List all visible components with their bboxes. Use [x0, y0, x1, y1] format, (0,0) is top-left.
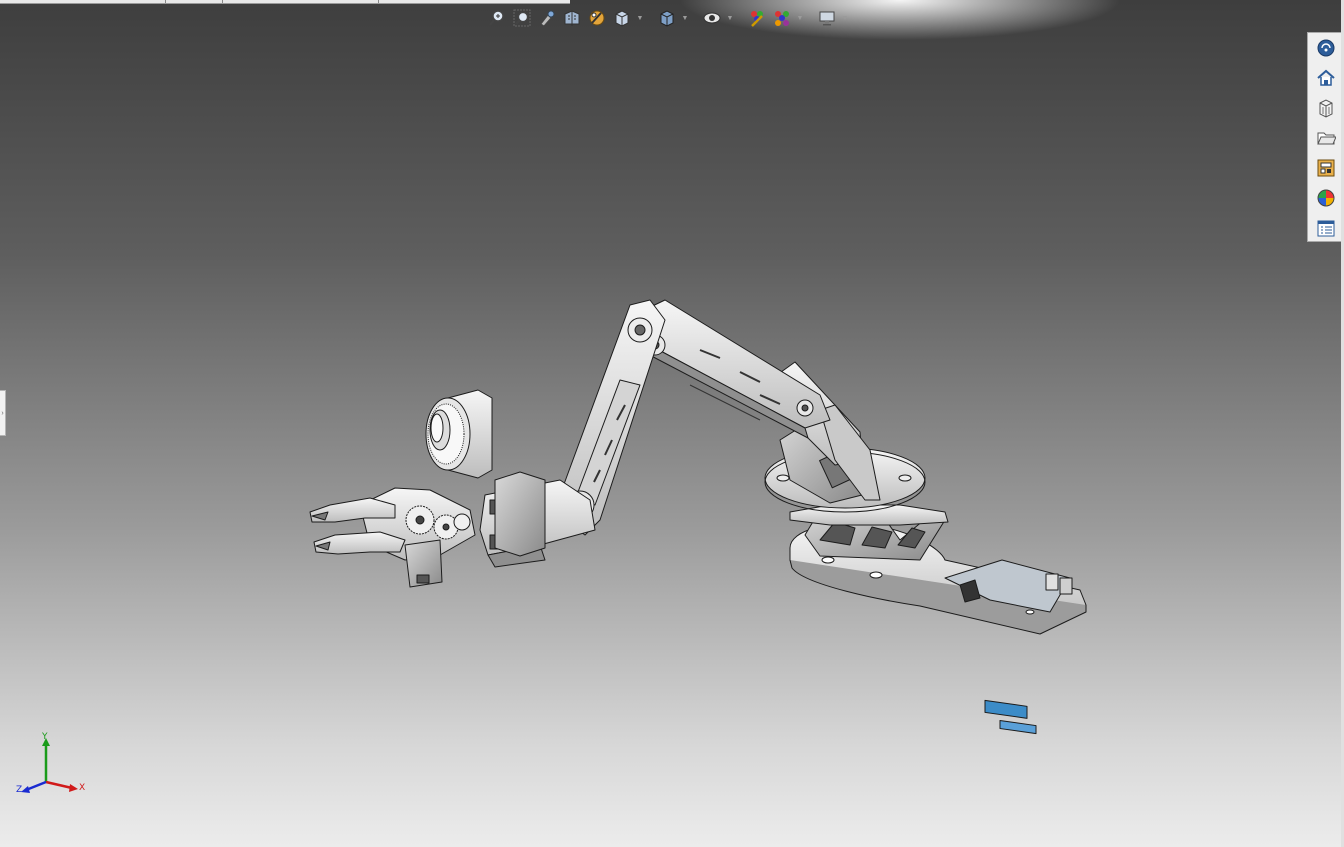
x-axis-icon: [45, 780, 73, 790]
triad-y-label: Y: [42, 732, 48, 742]
reference-triad: Y X Z: [12, 730, 92, 800]
custom-properties-icon[interactable]: [1312, 215, 1339, 241]
rotating-plate[interactable]: [789, 504, 949, 526]
appearances-scenes-icon[interactable]: [1312, 185, 1339, 211]
design-library-icon[interactable]: [1312, 95, 1339, 121]
gripper-servo[interactable]: [404, 539, 443, 588]
view-palette-icon[interactable]: [1312, 155, 1339, 181]
triad-x-label: X: [79, 783, 86, 793]
graphics-area[interactable]: ▼ ▼ ▼ ▼ ▼ › Y X Z: [0, 0, 1344, 847]
gripper-jaw-upper[interactable]: [309, 497, 396, 523]
controller-board[interactable]: [944, 559, 1073, 735]
gripper-jaw-lower[interactable]: [313, 531, 406, 555]
home-icon[interactable]: [1312, 65, 1339, 91]
z-axis-icon: [25, 780, 47, 792]
task-pane-tabs: [1307, 32, 1342, 242]
triad-z-label: Z: [16, 785, 23, 795]
wrist-servo[interactable]: [494, 471, 546, 557]
robot-arm-model[interactable]: [0, 0, 1344, 847]
wrist-rotation-ring[interactable]: [425, 389, 493, 479]
solidworks-resources-icon[interactable]: [1312, 35, 1339, 61]
file-explorer-icon[interactable]: [1312, 125, 1339, 151]
